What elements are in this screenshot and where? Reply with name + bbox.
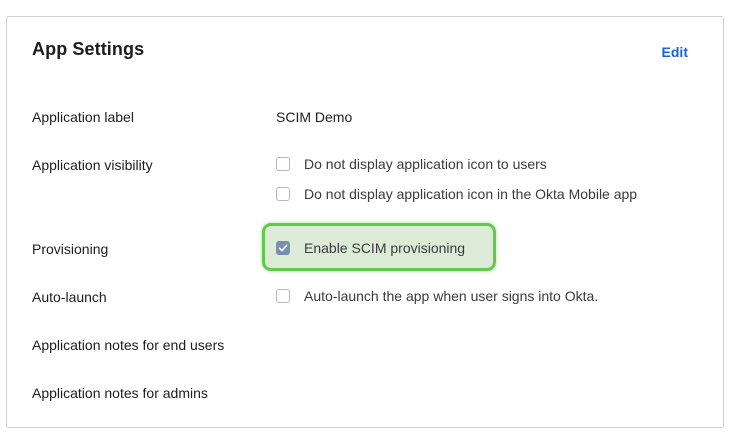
- hide-icon-mobile-checkbox[interactable]: [276, 187, 290, 201]
- enable-scim-label: Enable SCIM provisioning: [304, 240, 466, 256]
- application-label-label: Application label: [32, 109, 134, 125]
- checkmark-icon: [278, 244, 288, 252]
- hide-icon-users-option[interactable]: Do not display application icon to users: [276, 154, 547, 174]
- auto-launch-option-label: Auto-launch the app when user signs into…: [304, 288, 599, 304]
- app-settings-panel: App Settings Edit Application label SCIM…: [6, 16, 724, 428]
- hide-icon-mobile-option[interactable]: Do not display application icon in the O…: [276, 184, 637, 204]
- panel-title: App Settings: [32, 39, 145, 59]
- enable-scim-checkbox[interactable]: [276, 241, 290, 255]
- hide-icon-users-label: Do not display application icon to users: [304, 156, 547, 172]
- notes-admins-label: Application notes for admins: [32, 385, 208, 401]
- auto-launch-option[interactable]: Auto-launch the app when user signs into…: [276, 286, 598, 306]
- edit-button[interactable]: Edit: [662, 44, 688, 60]
- notes-end-users-label: Application notes for end users: [32, 337, 225, 353]
- provisioning-label: Provisioning: [32, 241, 109, 257]
- hide-icon-mobile-label: Do not display application icon in the O…: [304, 186, 638, 202]
- auto-launch-label: Auto-launch: [32, 289, 107, 305]
- hide-icon-users-checkbox[interactable]: [276, 157, 290, 171]
- enable-scim-option[interactable]: Enable SCIM provisioning: [276, 238, 465, 258]
- auto-launch-checkbox[interactable]: [276, 289, 290, 303]
- application-visibility-label: Application visibility: [32, 157, 153, 173]
- application-label-value: SCIM Demo: [276, 109, 353, 125]
